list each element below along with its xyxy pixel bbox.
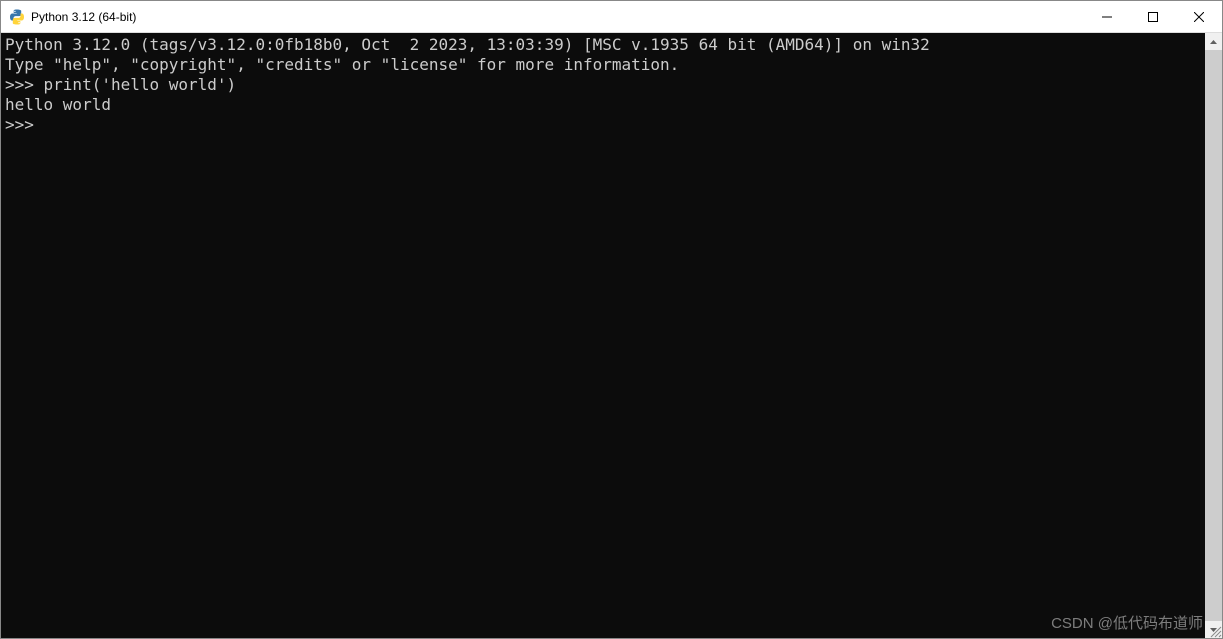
titlebar[interactable]: Python 3.12 (64-bit) — [1, 1, 1222, 33]
app-window: Python 3.12 (64-bit) Python 3.12.0 (tags… — [0, 0, 1223, 639]
window-controls — [1084, 1, 1222, 32]
close-button[interactable] — [1176, 1, 1222, 32]
terminal-content[interactable]: Python 3.12.0 (tags/v3.12.0:0fb18b0, Oct… — [1, 33, 1205, 638]
minimize-button[interactable] — [1084, 1, 1130, 32]
scroll-up-button[interactable] — [1205, 33, 1222, 50]
terminal-area: Python 3.12.0 (tags/v3.12.0:0fb18b0, Oct… — [1, 33, 1222, 638]
scrollbar-track[interactable] — [1205, 50, 1222, 621]
scroll-down-button[interactable] — [1205, 621, 1222, 638]
scrollbar-thumb[interactable] — [1205, 50, 1222, 621]
vertical-scrollbar[interactable] — [1205, 33, 1222, 638]
window-title: Python 3.12 (64-bit) — [31, 10, 1084, 24]
maximize-button[interactable] — [1130, 1, 1176, 32]
python-icon — [9, 9, 25, 25]
